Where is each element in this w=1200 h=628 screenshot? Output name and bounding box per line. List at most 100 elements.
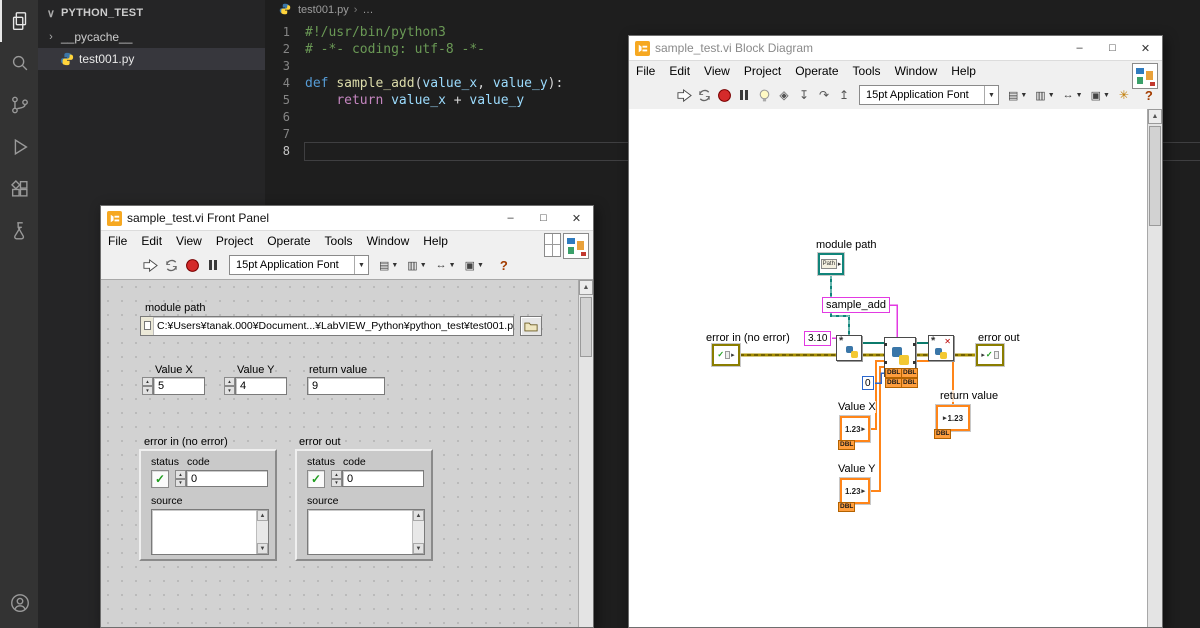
close-python-session-node[interactable]: * ✕ (928, 335, 954, 361)
scrollbar-thumb[interactable] (1149, 126, 1161, 226)
vi-icon[interactable] (563, 233, 589, 259)
maximize-button[interactable]: □ (527, 206, 560, 230)
dbl-type-tag[interactable]: DBL (885, 368, 902, 378)
sample-add-string-constant[interactable]: sample_add (822, 297, 890, 313)
bd-menu-project[interactable]: Project (737, 64, 788, 78)
help-icon[interactable]: ? (1145, 88, 1153, 103)
module-path-input[interactable]: C:¥Users¥tanak.000¥Document...¥LabVIEW_P… (140, 316, 514, 336)
bd-menu-edit[interactable]: Edit (662, 64, 697, 78)
testing-icon[interactable] (0, 210, 38, 252)
vi-icon[interactable] (1132, 63, 1158, 89)
resize-objects-dropdown[interactable]: ↔▼ (1060, 85, 1086, 105)
value-x-input[interactable]: 5 (153, 377, 205, 395)
run-debug-icon[interactable] (0, 126, 38, 168)
module-path-terminal[interactable]: Path ▸ (818, 253, 844, 275)
search-icon[interactable] (0, 42, 38, 84)
reorder-dropdown[interactable]: ▣▼ (1088, 85, 1113, 105)
abort-icon[interactable] (715, 85, 733, 105)
error-in-source-input[interactable]: ▲▼ (151, 509, 269, 555)
distribute-objects-dropdown[interactable]: ▥▼ (404, 255, 429, 275)
fp-menu-operate[interactable]: Operate (260, 234, 317, 248)
scrollbar-thumb[interactable] (580, 297, 592, 357)
minimize-button[interactable]: – (494, 206, 527, 230)
python-version-constant[interactable]: 3.10 (804, 331, 831, 346)
account-icon[interactable] (0, 582, 38, 624)
value-x-terminal[interactable]: 1.23 ▸ (840, 416, 870, 442)
increment-decrement-icon[interactable]: ▲▼ (175, 470, 186, 487)
block-diagram-titlebar[interactable]: sample_test.vi Block Diagram – □ ✕ (629, 36, 1162, 61)
cleanup-diagram-icon[interactable]: ✳ (1115, 85, 1133, 105)
error-in-terminal[interactable]: ✓ ▸ (712, 344, 740, 366)
distribute-objects-dropdown[interactable]: ▥▼ (1032, 85, 1057, 105)
dbl-type-tag[interactable]: DBL (901, 368, 918, 378)
error-in-code-input[interactable]: 0 (186, 470, 268, 487)
fp-menu-help[interactable]: Help (416, 234, 455, 248)
browse-button[interactable] (520, 316, 542, 336)
fp-menu-tools[interactable]: Tools (318, 234, 360, 248)
resize-objects-dropdown[interactable]: ↔▼ (433, 255, 459, 275)
dbl-type-tag[interactable]: DBL (885, 378, 902, 388)
close-button[interactable]: ✕ (560, 206, 593, 230)
scroll-up-icon[interactable]: ▲ (1148, 109, 1162, 124)
dbl-type-tag[interactable]: DBL (838, 440, 855, 450)
dbl-type-tag[interactable]: DBL (901, 378, 918, 388)
front-panel-titlebar[interactable]: sample_test.vi Front Panel – □ ✕ (101, 206, 593, 231)
bd-menu-help[interactable]: Help (944, 64, 983, 78)
error-in-status-checkbox[interactable]: ✓ (151, 470, 169, 488)
value-x-control[interactable]: ▲▼ 5 (142, 377, 205, 395)
align-objects-dropdown[interactable]: ▤▼ (1005, 85, 1030, 105)
source-control-icon[interactable] (0, 84, 38, 126)
bd-font-selector[interactable]: 15pt Application Font ▼ (859, 85, 999, 105)
breadcrumb[interactable]: test001.py › … (265, 0, 1200, 19)
increment-decrement-icon[interactable]: ▲▼ (142, 377, 153, 395)
highlight-execution-icon[interactable] (755, 85, 773, 105)
bd-menu-tools[interactable]: Tools (846, 64, 888, 78)
step-into-icon[interactable]: ↧ (795, 85, 813, 105)
dbl-type-tag[interactable]: DBL (934, 429, 951, 439)
run-continuous-icon[interactable] (695, 85, 713, 105)
step-over-icon[interactable]: ↷ (815, 85, 833, 105)
bd-menu-operate[interactable]: Operate (788, 64, 845, 78)
abort-icon[interactable] (183, 255, 201, 275)
dbl-type-tag[interactable]: DBL (838, 502, 855, 512)
extensions-icon[interactable] (0, 168, 38, 210)
block-diagram-canvas[interactable]: module path error in (no error) error ou… (629, 109, 1162, 627)
pause-icon[interactable] (204, 255, 222, 275)
maximize-button[interactable]: □ (1096, 36, 1129, 60)
fp-font-selector[interactable]: 15pt Application Font ▼ (229, 255, 369, 275)
pause-icon[interactable] (735, 85, 753, 105)
front-panel-canvas[interactable]: module path C:¥Users¥tanak.000¥Document.… (101, 280, 593, 627)
align-objects-dropdown[interactable]: ▤▼ (376, 255, 401, 275)
error-out-cluster[interactable]: status code ✓ ▲▼ 0 source ▲▼ (295, 449, 433, 561)
run-icon[interactable] (675, 85, 693, 105)
error-in-code-control[interactable]: ▲▼ 0 (175, 470, 268, 487)
pane-layout-icon[interactable] (544, 233, 561, 257)
value-y-control[interactable]: ▲▼ 4 (224, 377, 287, 395)
step-out-icon[interactable]: ↥ (835, 85, 853, 105)
help-icon[interactable]: ? (500, 258, 508, 273)
run-icon[interactable] (141, 255, 159, 275)
explorer-root-folder[interactable]: ∨ PYTHON_TEST (38, 0, 265, 26)
bd-menu-window[interactable]: Window (888, 64, 945, 78)
close-button[interactable]: ✕ (1129, 36, 1162, 60)
error-out-terminal[interactable]: ▸ ✓ (976, 344, 1004, 366)
scroll-up-icon[interactable]: ▲ (579, 280, 593, 295)
return-value-terminal[interactable]: ▸ 1.23 (936, 405, 970, 431)
fp-menu-project[interactable]: Project (209, 234, 260, 248)
retain-wire-values-icon[interactable]: ◈ (775, 85, 793, 105)
fp-menu-window[interactable]: Window (360, 234, 417, 248)
source-scrollbar[interactable]: ▲▼ (412, 510, 424, 554)
fp-menu-edit[interactable]: Edit (134, 234, 169, 248)
minimize-button[interactable]: – (1063, 36, 1096, 60)
bd-menu-file[interactable]: File (629, 64, 662, 78)
explorer-item-pycache[interactable]: › __pycache__ (38, 26, 265, 48)
value-y-terminal[interactable]: 1.23 ▸ (840, 478, 870, 504)
fp-vertical-scrollbar[interactable]: ▲ (578, 280, 593, 627)
bd-vertical-scrollbar[interactable]: ▲ (1147, 109, 1162, 627)
run-continuous-icon[interactable] (162, 255, 180, 275)
open-python-session-node[interactable]: * (836, 335, 862, 361)
reorder-dropdown[interactable]: ▣▼ (462, 255, 487, 275)
zero-constant[interactable]: 0 (862, 376, 874, 390)
explorer-item-test001[interactable]: test001.py (38, 48, 265, 70)
value-y-input[interactable]: 4 (235, 377, 287, 395)
